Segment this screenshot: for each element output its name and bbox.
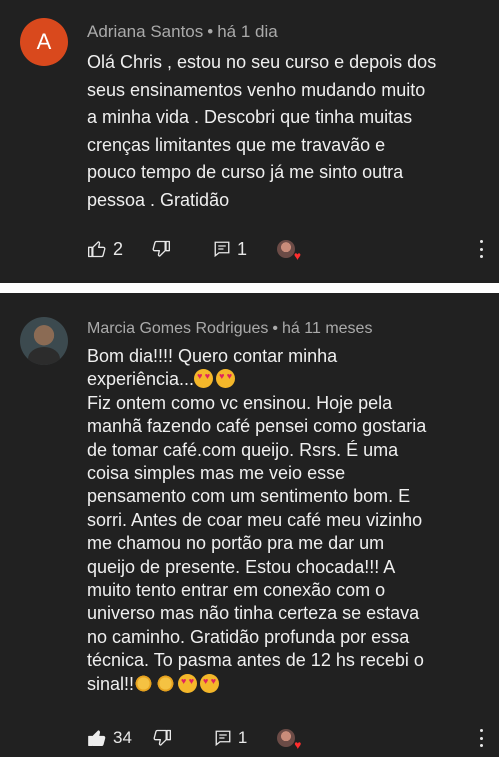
like-icon	[87, 728, 107, 748]
comment-line: coisa simples mas me veio esse	[87, 463, 346, 484]
avatar-photo-figure	[28, 347, 60, 365]
author-name[interactable]: Marcia Gomes Rodrigues	[87, 320, 268, 337]
comment-line: universo mas não tinha certeza se estava	[87, 603, 420, 624]
like-button[interactable]: 2	[87, 239, 123, 260]
comment-line: de tomar café.com queijo. Rsrs. É uma	[87, 439, 399, 460]
comment-line-text: sinal!!	[87, 673, 135, 694]
creator-avatar: ♥	[277, 729, 301, 751]
comment-line: Olá Chris , estou no seu curso e depois …	[87, 52, 437, 72]
heart-eyes-emoji	[200, 673, 220, 693]
comment-header: Adriana Santos • há 1 dia	[87, 22, 278, 42]
comment-line-text: experiência...	[87, 369, 195, 390]
comment-line: sorri. Antes de coar meu café meu vizinh…	[87, 509, 423, 530]
reply-icon	[214, 729, 232, 747]
like-button[interactable]: 34	[87, 728, 132, 748]
avatar[interactable]: A	[20, 18, 68, 66]
creator-avatar: ♥	[277, 240, 301, 262]
separator: •	[272, 320, 279, 337]
more-options-dot	[479, 744, 483, 747]
more-options-icon	[479, 240, 483, 243]
comment-line: no caminho. Gratidão profunda por essa	[87, 626, 410, 647]
comment-line: técnica. To pasma antes de 12 hs recebi …	[87, 650, 424, 671]
like-count: 2	[113, 238, 124, 259]
comment-time[interactable]: há 1 dia	[217, 22, 278, 41]
comment-line: pensamento com um sentimento bom. E	[87, 486, 411, 507]
comment-actions: 2 1 ♥	[87, 236, 301, 262]
comment-text: Olá Chris , estou no seu curso e depois …	[87, 49, 436, 214]
dislike-button[interactable]	[152, 728, 172, 748]
more-options-dot	[479, 247, 483, 251]
reply-count: 1	[237, 238, 248, 259]
creator-heart: ♥	[277, 729, 301, 751]
reply-button[interactable]: 1	[214, 728, 247, 748]
like-count: 34	[113, 728, 132, 747]
reply-count: 1	[237, 728, 248, 747]
creator-heart-icon: ♥	[294, 738, 302, 752]
avatar[interactable]	[20, 317, 68, 365]
comment-line: pouco tempo de curso já me sinto outra	[87, 162, 404, 182]
creator-heart: ♥	[277, 240, 301, 262]
comment-line: sinal!!	[87, 673, 426, 696]
comment-line: pessoa . Gratidão	[87, 189, 230, 210]
creator-heart-icon: ♥	[293, 249, 302, 263]
comment-line: queijo de presente. Estou chocada!!! A	[87, 556, 396, 577]
comment-line: a minha vida . Descobri que tinha muitas	[87, 107, 413, 127]
reply-button[interactable]: 1	[213, 239, 247, 260]
more-options-dot	[479, 736, 483, 740]
comment-line: crenças limitantes que me travavão e	[87, 134, 386, 155]
sun-emoji	[156, 673, 176, 693]
sun-emoji	[134, 673, 154, 693]
dislike-icon	[151, 239, 171, 259]
avatar-letter: A	[36, 29, 52, 54]
heart-eyes-emoji	[216, 369, 236, 389]
comment-line: me chamou no portão pra me dar um	[87, 533, 385, 554]
comment-header: Marcia Gomes Rodrigues • há 11 meses	[87, 320, 372, 338]
comment-card-1: A Adriana Santos • há 1 dia Olá Chris , es…	[0, 0, 499, 283]
more-options-dot	[479, 255, 483, 258]
dislike-button[interactable]	[151, 239, 171, 259]
dislike-icon	[152, 728, 172, 748]
more-options-button[interactable]	[479, 240, 483, 258]
heart-eyes-emoji	[178, 673, 198, 693]
comment-line: Bom dia!!!! Quero contar minha	[87, 346, 338, 366]
author-name[interactable]: Adriana Santos	[87, 22, 203, 41]
comment-line: manhã fazendo café pensei como gostaria	[87, 416, 427, 437]
separator: •	[207, 22, 214, 41]
like-icon	[87, 239, 107, 259]
heart-eyes-emoji	[194, 369, 214, 389]
comment-card-2: Marcia Gomes Rodrigues • há 11 meses Bom d…	[0, 293, 499, 757]
comment-line: experiência...	[87, 368, 426, 391]
more-options-icon	[479, 729, 483, 732]
comment-time[interactable]: há 11 meses	[282, 320, 372, 337]
comment-line: muito tento entrar em conexão com o	[87, 580, 386, 601]
comment-text: Bom dia!!!! Quero contar minha experiênc…	[87, 345, 426, 696]
comment-actions: 34 1 ♥	[87, 725, 301, 751]
comment-line: Fiz ontem como vc ensinou. Hoje pela	[87, 392, 393, 413]
comment-line: seus ensinamentos venho mudando muito	[87, 79, 426, 100]
more-options-button[interactable]	[479, 729, 483, 747]
reply-icon	[213, 240, 231, 258]
